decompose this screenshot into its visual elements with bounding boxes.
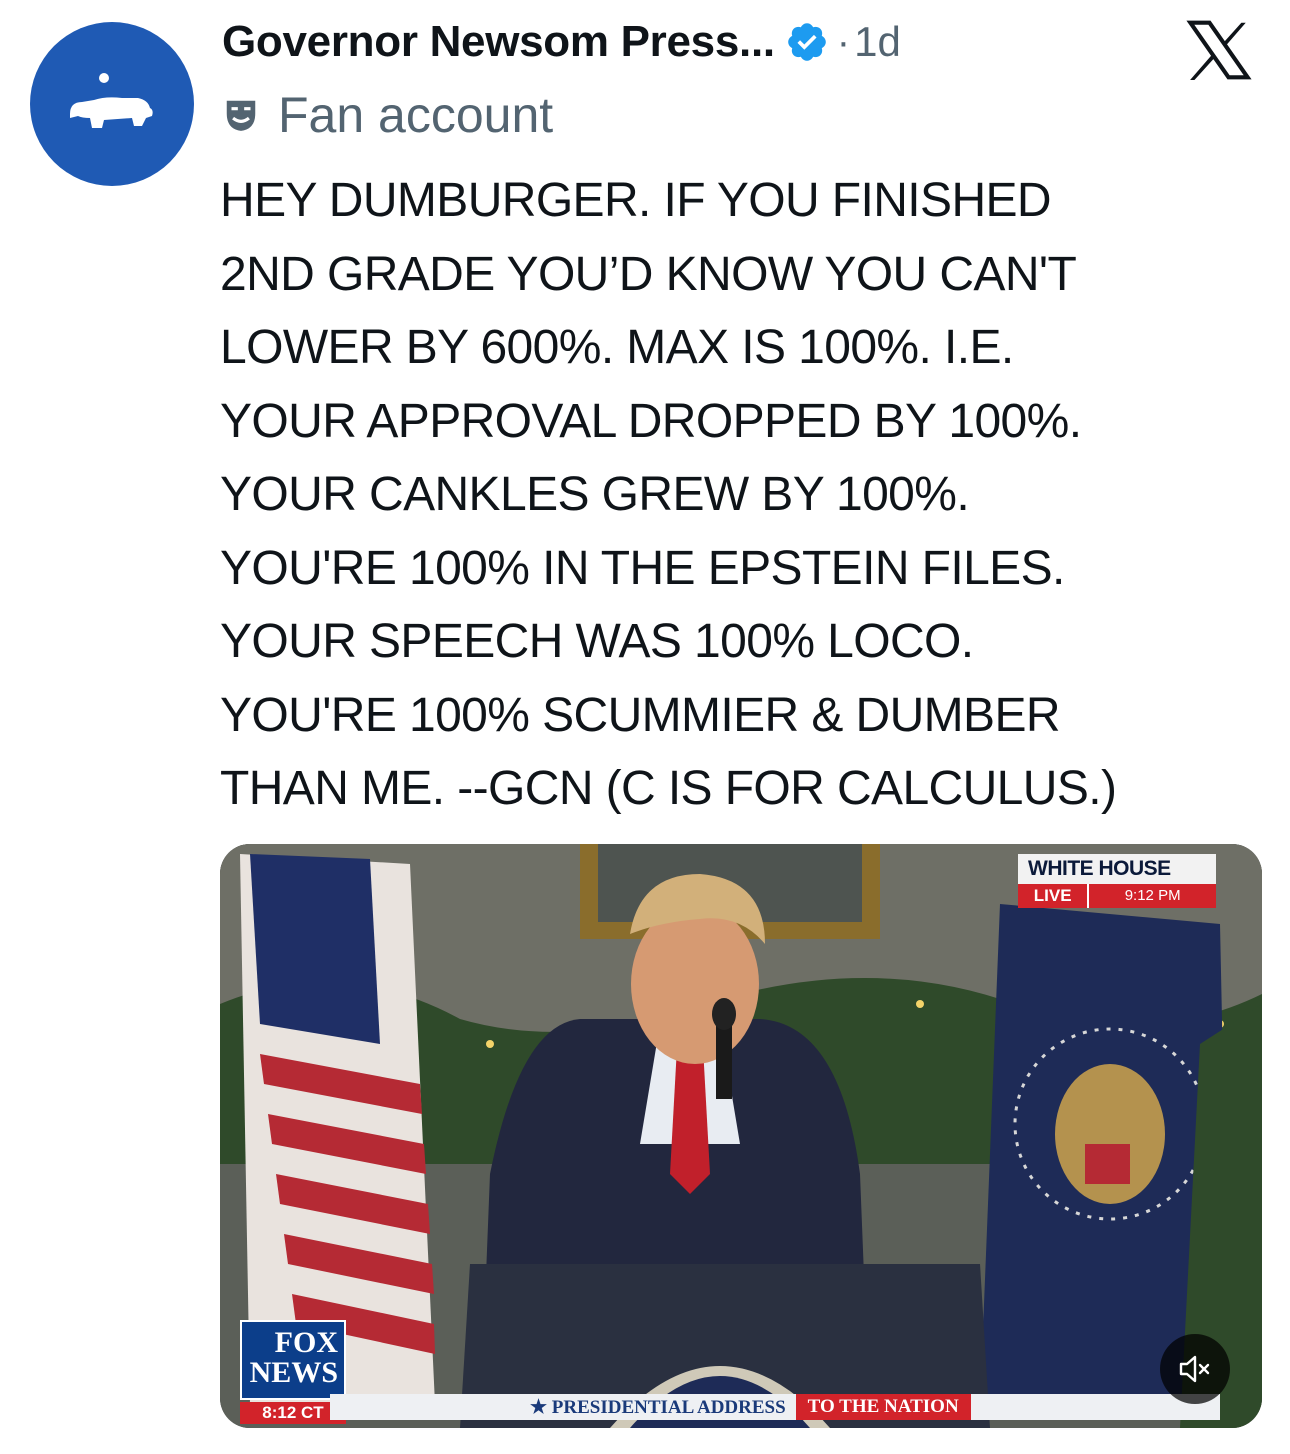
tweet-line: YOUR CANKLES GREW BY 100%. — [220, 468, 970, 521]
video-frame — [220, 844, 1262, 1428]
ticker-title: ★ PRESIDENTIAL ADDRESS — [530, 1396, 786, 1418]
live-label: LIVE — [1018, 884, 1088, 908]
tweet-line: THAN ME. --GCN (C IS FOR CALCULUS.) — [220, 762, 1117, 815]
mute-button[interactable] — [1160, 1334, 1230, 1404]
tweet-line: YOUR SPEECH WAS 100% LOCO. — [220, 615, 974, 668]
timestamp[interactable]: 1d — [854, 18, 901, 66]
ticker-subtitle: TO THE NATION — [795, 1394, 971, 1420]
tweet-line: YOU'RE 100% IN THE EPSTEIN FILES. — [220, 541, 1065, 595]
tweet-body: HEY DUMBURGER. IF YOU FINISHED 2ND GRADE… — [220, 164, 1280, 826]
muted-speaker-icon — [1179, 1355, 1210, 1383]
tweet-line: YOU'RE 100% SCUMMIER & DUMBER — [220, 688, 1061, 742]
time-separator: · — [836, 19, 851, 64]
news-ticker: ★ PRESIDENTIAL ADDRESS TO THE NATION — [330, 1394, 1220, 1420]
broadcast-time: 9:12 PM — [1087, 884, 1216, 908]
avatar-hippo-icon — [70, 73, 153, 128]
network-logo-line2: NEWS — [249, 1356, 338, 1389]
avatar[interactable] — [30, 22, 194, 186]
tweet-video[interactable]: WHITE HOUSE LIVE 9:12 PM FOX NEWS 8:12 C… — [220, 844, 1262, 1428]
tweet-line: YOUR APPROVAL DROPPED BY 100%. — [220, 394, 1082, 448]
tweet-line: HEY DUMBURGER. IF YOU FINISHED — [220, 174, 1052, 227]
tweet-line: 2ND GRADE YOU’D KNOW YOU CAN'T — [220, 247, 1077, 301]
tweet-header: Governor Newsom Press... · 1d — [222, 14, 901, 70]
tweet-line: LOWER BY 600%. MAX IS 100%. I.E. — [220, 321, 1014, 374]
broadcast-location: WHITE HOUSE — [1018, 854, 1216, 884]
x-logo-icon — [1186, 20, 1252, 80]
display-name[interactable]: Governor Newsom Press... — [222, 17, 775, 67]
theater-mask-icon — [226, 100, 256, 131]
broadcast-bug: WHITE HOUSE LIVE 9:12 PM — [1018, 854, 1216, 912]
verified-badge-icon — [788, 23, 826, 61]
fan-account-text: Fan account — [278, 87, 554, 143]
fan-account-label: Fan account — [222, 86, 553, 144]
network-logo-line1: FOX — [274, 1326, 338, 1359]
